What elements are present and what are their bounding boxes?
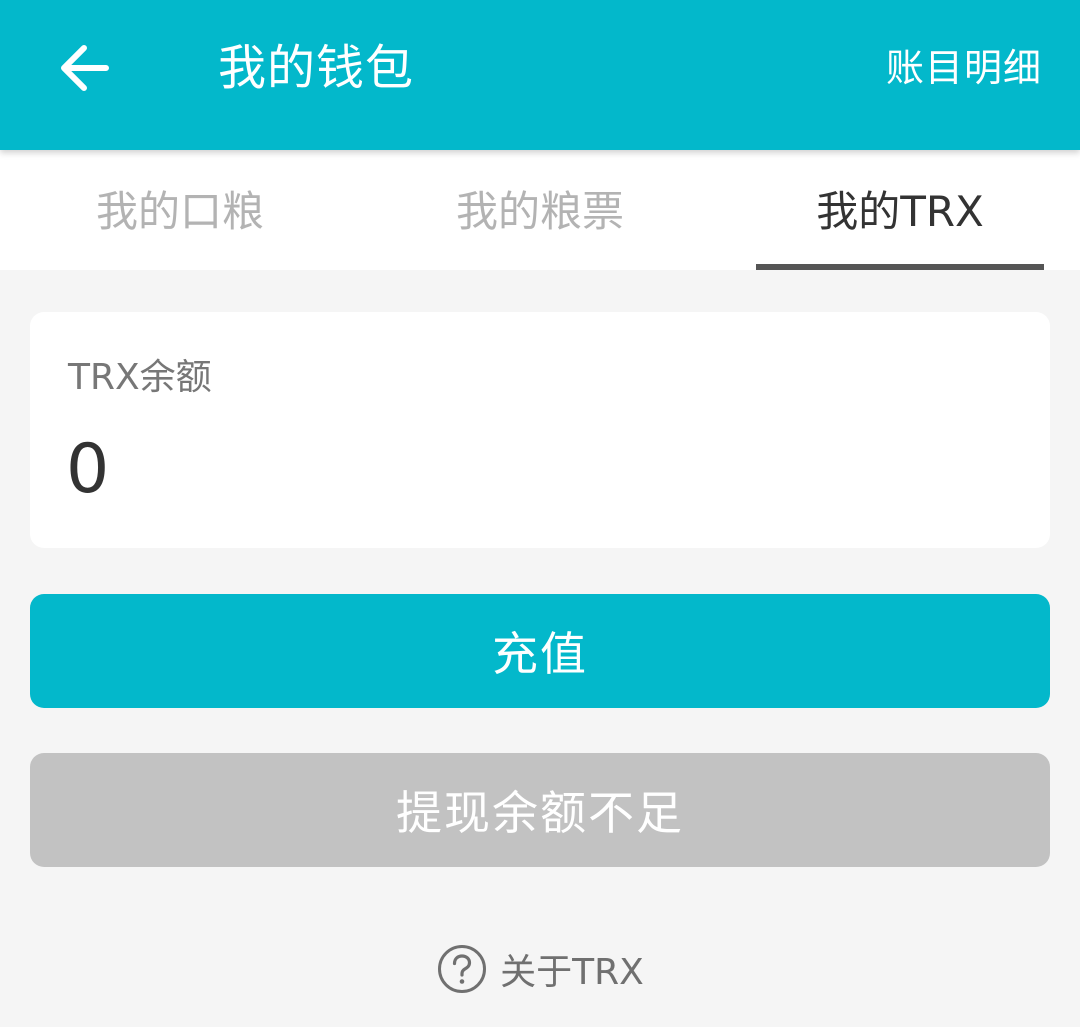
question-circle-icon: [436, 943, 488, 995]
balance-card: TRX余额 0: [30, 312, 1050, 548]
tab-bar: 我的口粮 我的粮票 我的TRX: [0, 150, 1080, 270]
tab-my-trx[interactable]: 我的TRX: [720, 150, 1080, 270]
about-trx-link[interactable]: 关于TRX: [0, 940, 1080, 998]
balance-label: TRX余额: [68, 357, 212, 398]
app-bar: 我的钱包 账目明细: [0, 0, 1080, 150]
recharge-button[interactable]: 充值: [30, 594, 1050, 708]
active-tab-indicator: [756, 264, 1044, 270]
page-title: 我的钱包: [218, 40, 415, 96]
account-details-link[interactable]: 账目明细: [886, 42, 1042, 94]
tab-my-rations[interactable]: 我的口粮: [0, 150, 360, 270]
about-trx-label: 关于TRX: [500, 952, 644, 993]
tab-my-grain-coupons[interactable]: 我的粮票: [360, 150, 720, 270]
balance-value: 0: [66, 430, 110, 509]
back-button[interactable]: [44, 28, 124, 108]
arrow-left-icon: [61, 45, 109, 91]
withdraw-button[interactable]: 提现余额不足: [30, 753, 1050, 867]
